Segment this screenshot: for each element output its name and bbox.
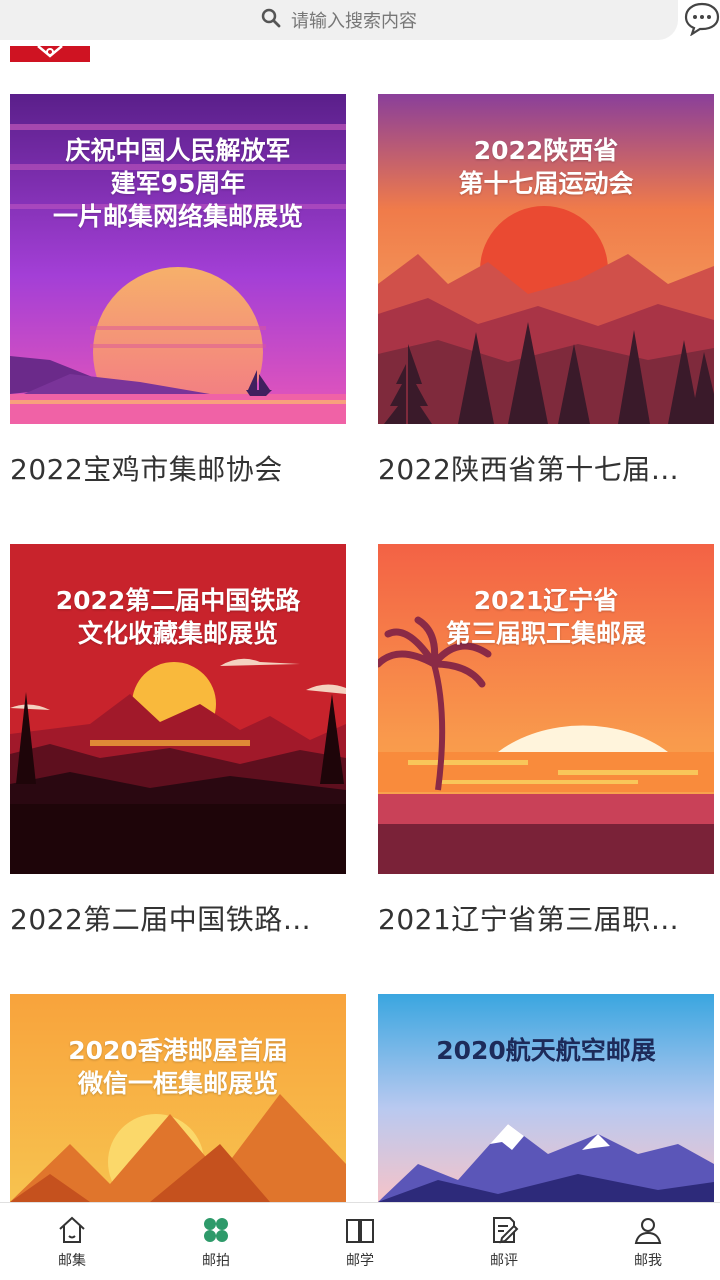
tab-label: 邮学	[346, 1252, 374, 1269]
tab-review[interactable]: 邮评	[454, 1214, 554, 1270]
message-button[interactable]	[684, 0, 720, 37]
chat-bubble-icon	[684, 2, 720, 37]
exhibition-cover-image[interactable]: 2022陕西省 第十七届运动会	[378, 94, 714, 424]
exhibition-card[interactable]: 庆祝中国人民解放军 建军95周年 一片邮集网络集邮展览 2022宝鸡市集邮协会	[10, 94, 346, 488]
exhibition-title[interactable]: 2022宝鸡市集邮协会	[10, 448, 346, 488]
cover-title-line: 第三届职工集邮展	[445, 619, 646, 648]
exhibition-cover-image[interactable]: 2020航天航空邮展	[378, 994, 714, 1202]
cover-title: 2020香港邮屋首届 微信一框集邮展览	[10, 1034, 346, 1100]
search-input[interactable]: 请输入搜索内容	[291, 7, 417, 33]
exhibition-title[interactable]: 2021辽宁省第三届职…	[378, 898, 714, 938]
tab-auction[interactable]: 邮拍	[166, 1214, 266, 1270]
cover-title-line: 2022第二届中国铁路	[55, 586, 301, 615]
exhibition-card[interactable]: 2020航天航空邮展	[378, 994, 714, 1202]
exhibition-cover-image[interactable]: 2020香港邮屋首届 微信一框集邮展览	[10, 994, 346, 1202]
tab-me[interactable]: 邮我	[598, 1214, 698, 1270]
cover-title-line: 第十七届运动会	[458, 169, 634, 198]
cover-title-line: 建军95周年	[110, 169, 246, 198]
bottom-tab-bar: 邮集 邮拍 邮学 邮评 邮我	[0, 1202, 720, 1280]
cover-title: 2021辽宁省 第三届职工集邮展	[378, 584, 714, 650]
tab-study[interactable]: 邮学	[310, 1214, 410, 1270]
clover-icon	[204, 1217, 228, 1242]
tab-collections[interactable]: 邮集	[22, 1214, 122, 1270]
tab-label: 邮我	[634, 1252, 662, 1269]
cover-title: 2020航天航空邮展	[378, 1034, 714, 1067]
cover-title-line: 2022陕西省	[473, 136, 619, 165]
tab-label: 邮集	[58, 1252, 86, 1269]
cover-title-line: 庆祝中国人民解放军	[65, 136, 291, 165]
tab-label: 邮拍	[202, 1252, 230, 1269]
exhibition-cover-image[interactable]: 庆祝中国人民解放军 建军95周年 一片邮集网络集邮展览	[10, 94, 346, 424]
cover-title: 庆祝中国人民解放军 建军95周年 一片邮集网络集邮展览	[10, 134, 346, 233]
book-icon	[346, 1218, 374, 1243]
edit-icon	[493, 1216, 519, 1243]
exhibition-card[interactable]: 2020香港邮屋首届 微信一框集邮展览	[10, 994, 346, 1202]
exhibition-title[interactable]: 2022第二届中国铁路…	[10, 898, 346, 938]
cover-title: 2022第二届中国铁路 文化收藏集邮展览	[10, 584, 346, 650]
cover-title-line: 2020香港邮屋首届	[68, 1036, 288, 1065]
cover-title-line: 文化收藏集邮展览	[77, 619, 278, 648]
exhibition-cover-image[interactable]: 2021辽宁省 第三届职工集邮展	[378, 544, 714, 874]
search-bar[interactable]: 请输入搜索内容	[0, 0, 678, 40]
cover-title-line: 2020航天航空邮展	[436, 1036, 656, 1065]
home-icon	[59, 1216, 85, 1243]
cover-title-line: 微信一框集邮展览	[77, 1069, 278, 1098]
banner-logo[interactable]	[10, 46, 90, 62]
search-icon	[261, 8, 281, 32]
exhibition-card[interactable]: 2021辽宁省 第三届职工集邮展 2021辽宁省第三届职…	[378, 544, 714, 938]
exhibition-cover-image[interactable]: 2022第二届中国铁路 文化收藏集邮展览	[10, 544, 346, 874]
cover-title-line: 一片邮集网络集邮展览	[52, 202, 303, 231]
cover-title-line: 2021辽宁省	[473, 586, 619, 615]
exhibition-title[interactable]: 2022陕西省第十七届…	[378, 448, 714, 488]
exhibition-card[interactable]: 2022陕西省 第十七届运动会 2022陕西省第十七届…	[378, 94, 714, 488]
cover-title: 2022陕西省 第十七届运动会	[378, 134, 714, 200]
tab-label: 邮评	[490, 1252, 518, 1269]
exhibition-card[interactable]: 2022第二届中国铁路 文化收藏集邮展览 2022第二届中国铁路…	[10, 544, 346, 938]
person-icon	[634, 1217, 662, 1244]
